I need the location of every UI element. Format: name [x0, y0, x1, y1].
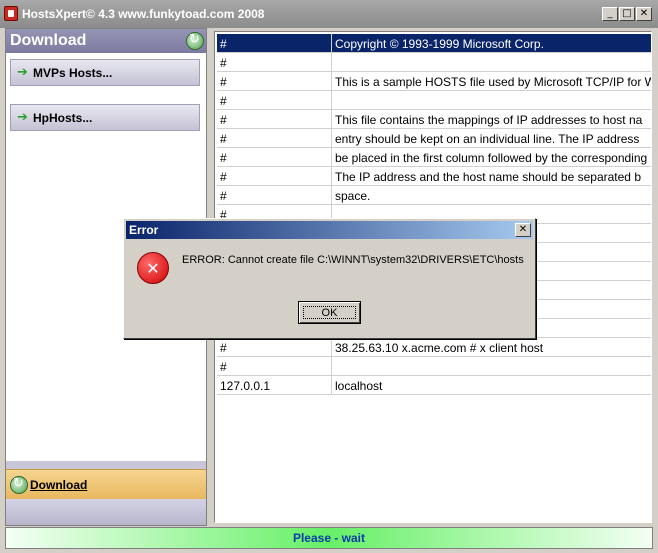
- sidebar-header: Download: [6, 29, 206, 53]
- table-cell-host[interactable]: [332, 53, 651, 72]
- error-dialog: Error ✕ ERROR: Cannot create file C:\WIN…: [123, 218, 536, 339]
- table-cell-host[interactable]: [332, 91, 651, 110]
- download-section-label: Download: [30, 478, 88, 492]
- dialog-message: ERROR: Cannot create file C:\WINNT\syste…: [182, 254, 524, 266]
- table-cell-host[interactable]: space.: [332, 186, 651, 205]
- table-cell-host[interactable]: entry should be kept on an individual li…: [332, 129, 651, 148]
- ok-button[interactable]: OK: [298, 301, 361, 324]
- table-row[interactable]: #: [217, 357, 651, 376]
- table-row[interactable]: # This is a sample HOSTS file used by Mi…: [217, 72, 651, 91]
- table-cell-ip[interactable]: 127.0.0.1: [217, 376, 332, 395]
- table-cell-ip[interactable]: #: [217, 91, 332, 110]
- table-row[interactable]: #: [217, 53, 651, 72]
- table-cell-host[interactable]: The IP address and the host name should …: [332, 167, 651, 186]
- refresh-icon[interactable]: [186, 32, 204, 50]
- table-cell-ip[interactable]: #: [217, 167, 332, 186]
- error-icon: [137, 252, 169, 284]
- window-titlebar: HostsXpert© 4.3 www.funkytoad.com 2008 _…: [0, 0, 658, 28]
- table-cell-ip[interactable]: #: [217, 357, 332, 376]
- arrow-right-icon: ➔: [17, 65, 28, 80]
- table-row[interactable]: #: [217, 91, 651, 110]
- table-cell-ip[interactable]: #: [217, 186, 332, 205]
- sidebar-item-label: HpHosts...: [33, 111, 93, 125]
- table-cell-ip[interactable]: #: [217, 148, 332, 167]
- sidebar-title: Download: [10, 32, 87, 49]
- dialog-close-button[interactable]: ✕: [515, 223, 531, 237]
- download-section-button[interactable]: Download: [6, 469, 206, 499]
- app-icon: [4, 6, 18, 21]
- table-row[interactable]: # The IP address and the host name shoul…: [217, 167, 651, 186]
- sidebar-item-label: MVPs Hosts...: [33, 66, 113, 80]
- table-cell-ip[interactable]: #: [217, 129, 332, 148]
- download-refresh-icon: [10, 476, 28, 494]
- table-cell-host[interactable]: localhost: [332, 376, 651, 395]
- table-row[interactable]: # be placed in the first column followed…: [217, 148, 651, 167]
- table-cell-host[interactable]: 38.25.63.10 x.acme.com # x client host: [332, 338, 651, 357]
- table-cell-ip[interactable]: #: [217, 110, 332, 129]
- sidebar-item-hphosts[interactable]: ➔ HpHosts...: [10, 104, 200, 131]
- table-cell-ip[interactable]: #: [217, 338, 332, 357]
- arrow-right-icon: ➔: [17, 110, 28, 125]
- table-row[interactable]: # 38.25.63.10 x.acme.com # x client host: [217, 338, 651, 357]
- table-cell-host[interactable]: Copyright © 1993-1999 Microsoft Corp.: [332, 34, 651, 53]
- table-row[interactable]: # Copyright © 1993-1999 Microsoft Corp.: [217, 34, 651, 53]
- table-cell-host[interactable]: be placed in the first column followed b…: [332, 148, 651, 167]
- table-cell-ip[interactable]: #: [217, 53, 332, 72]
- sidebar-item-mvps-hosts[interactable]: ➔ MVPs Hosts...: [10, 59, 200, 86]
- window-title: HostsXpert© 4.3 www.funkytoad.com 2008: [22, 7, 265, 21]
- dialog-title: Error: [129, 223, 159, 237]
- table-row[interactable]: # entry should be kept on an individual …: [217, 129, 651, 148]
- sidebar-bottom-section[interactable]: [6, 499, 206, 525]
- close-button[interactable]: ✕: [636, 7, 652, 21]
- status-text: Please - wait: [292, 531, 366, 545]
- status-bar: Please - wait: [5, 527, 653, 549]
- ok-button-label: OK: [303, 306, 356, 319]
- table-cell-host[interactable]: [332, 357, 651, 376]
- table-row[interactable]: # space.: [217, 186, 651, 205]
- table-cell-ip[interactable]: #: [217, 72, 332, 91]
- table-cell-ip[interactable]: #: [217, 34, 332, 53]
- table-row[interactable]: # This file contains the mappings of IP …: [217, 110, 651, 129]
- table-cell-host[interactable]: This is a sample HOSTS file used by Micr…: [332, 72, 651, 91]
- sidebar-divider: [6, 461, 206, 469]
- minimize-button[interactable]: _: [602, 7, 618, 21]
- table-row[interactable]: 127.0.0.1 localhost: [217, 376, 651, 395]
- maximize-button[interactable]: □: [619, 7, 635, 21]
- table-cell-host[interactable]: This file contains the mappings of IP ad…: [332, 110, 651, 129]
- dialog-titlebar: Error ✕: [126, 221, 533, 239]
